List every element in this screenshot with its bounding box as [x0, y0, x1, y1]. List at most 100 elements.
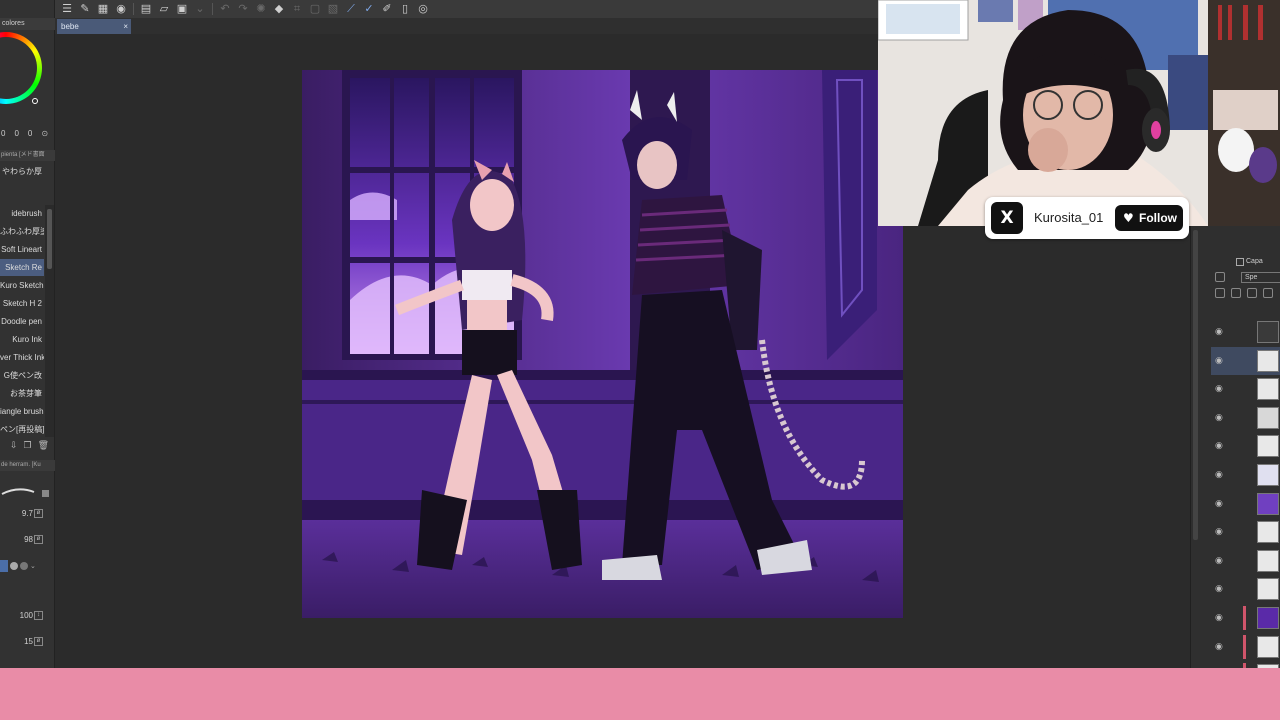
fill-icon[interactable]: ◆	[271, 1, 287, 17]
eye-icon[interactable]: ◉	[1215, 584, 1223, 594]
new-icon[interactable]: ✎	[77, 1, 93, 17]
color-wheel[interactable]	[0, 32, 42, 104]
brush-scrollbar[interactable]	[45, 205, 54, 437]
brush-item[interactable]: Kuro Ink	[0, 331, 44, 348]
eye-icon[interactable]: ◉	[1215, 413, 1223, 423]
brush-item[interactable]: Doodle pen	[0, 313, 44, 330]
layer-row[interactable]: ◉	[1211, 461, 1280, 489]
layer-mode-icon[interactable]	[1215, 272, 1225, 282]
layer-row[interactable]: ◉	[1211, 633, 1280, 661]
brush-item[interactable]: ver Thick Ink	[0, 349, 44, 366]
layer-thumbnail[interactable]	[1257, 378, 1279, 401]
clipboard-icon[interactable]: ▯	[397, 1, 413, 17]
layer-row[interactable]: ◉	[1211, 518, 1280, 546]
layer-row[interactable]: ◉	[1211, 547, 1280, 575]
brush-size-value[interactable]: 9.7	[22, 507, 33, 521]
eye-icon[interactable]: ◉	[1215, 327, 1223, 337]
pressure-icon[interactable]: ø	[34, 637, 43, 646]
color-value-g[interactable]: 0	[14, 129, 18, 141]
deselect-icon[interactable]: ▧	[325, 1, 341, 17]
folder-icon[interactable]: ▱	[156, 1, 172, 17]
layer-thumbnail[interactable]	[1257, 349, 1279, 372]
export-icon[interactable]: ▣	[174, 1, 190, 17]
layer-thumbnail[interactable]	[1257, 321, 1279, 343]
layer-panel-scrollbar[interactable]	[1193, 230, 1198, 540]
undo-icon[interactable]: ↶	[217, 1, 233, 17]
document-tab[interactable]: bebe ×	[57, 19, 131, 34]
redo-icon[interactable]: ↷	[235, 1, 251, 17]
ruler-icon[interactable]: ⟋	[343, 1, 359, 17]
eye-icon[interactable]: ◉	[1215, 499, 1223, 509]
download-icon[interactable]: ⇩	[10, 441, 18, 451]
camera-icon[interactable]: ◉	[113, 1, 129, 17]
close-icon[interactable]: ×	[123, 19, 128, 34]
layer-row[interactable]: ◉	[1211, 432, 1280, 460]
trash-icon[interactable]: 🗑	[38, 441, 49, 451]
blend-mode-select[interactable]: Spe	[1241, 272, 1280, 283]
ref-icon[interactable]	[1231, 288, 1241, 298]
eye-icon[interactable]: ◉	[1215, 642, 1223, 652]
search-icon[interactable]: ◎	[415, 1, 431, 17]
eye-icon[interactable]: ◉	[1215, 613, 1223, 623]
brush-stabilizer-row[interactable]: 15 ø	[0, 635, 55, 649]
layer-thumbnail[interactable]	[1257, 521, 1279, 544]
brush-density-value[interactable]: 100	[20, 609, 33, 623]
layer-row[interactable]: ◉	[1211, 604, 1280, 632]
eye-icon[interactable]: ◉	[1215, 556, 1223, 566]
selection-icon[interactable]: ▢	[307, 1, 323, 17]
brush-item[interactable]: G使ペン改	[0, 367, 44, 384]
layer-thumbnail[interactable]	[1257, 406, 1279, 429]
layer-row[interactable]: ◉	[1211, 346, 1280, 375]
clip-icon[interactable]	[1215, 288, 1225, 298]
layer-row[interactable]: ◉	[1211, 490, 1280, 518]
lock-icon[interactable]	[42, 490, 49, 497]
color-value-r[interactable]: 0	[1, 129, 5, 141]
layer-thumbnail[interactable]	[1257, 635, 1279, 658]
eye-icon[interactable]: ◉	[1215, 384, 1223, 394]
menu-icon[interactable]: ☰	[59, 1, 75, 17]
eye-icon[interactable]: ◉	[1215, 441, 1223, 451]
pressure-icon[interactable]: ↕	[34, 611, 43, 620]
transform-icon[interactable]: ⌗	[289, 1, 305, 17]
eye-icon[interactable]: ◉	[1215, 470, 1223, 480]
eyedropper-icon[interactable]: ⊙	[41, 129, 48, 141]
layer-thumbnail[interactable]	[1257, 578, 1279, 601]
brush-opacity-row[interactable]: 98 ø	[0, 533, 55, 547]
current-tool-name[interactable]: やわらか厚	[0, 163, 55, 180]
brush-item[interactable]: お茶芽筆	[0, 385, 44, 402]
artwork-canvas[interactable]	[302, 70, 903, 618]
layer-row[interactable]: ◉	[1211, 404, 1280, 432]
mask-icon[interactable]	[1263, 288, 1273, 298]
brush-item[interactable]: iangle brush	[0, 403, 44, 420]
brush-item[interactable]: Kuro Sketch	[0, 277, 44, 294]
follow-button[interactable]: ♥ Follow	[1115, 205, 1183, 231]
brush-stabilizer-value[interactable]: 15	[24, 635, 33, 649]
copy-icon[interactable]: ❐	[24, 441, 32, 451]
layer-icon[interactable]: ▤	[138, 1, 154, 17]
color-wheel-handle[interactable]	[32, 98, 38, 104]
brush-item[interactable]: idebrush	[0, 205, 44, 222]
layer-row[interactable]: ◉	[1211, 575, 1280, 603]
lock-icon[interactable]	[1247, 288, 1257, 298]
brush-size-row[interactable]: 9.7 ø	[0, 507, 55, 521]
pen-icon[interactable]: ✓	[361, 1, 377, 17]
layer-thumbnail[interactable]	[1257, 492, 1279, 515]
layer-thumbnail[interactable]	[1257, 549, 1279, 572]
brush-item[interactable]: Soft Lineart	[0, 241, 44, 258]
brush-opacity-value[interactable]: 98	[24, 533, 33, 547]
save-icon[interactable]: ▦	[95, 1, 111, 17]
brush-item[interactable]: Sketch Re	[0, 259, 44, 276]
loading-icon[interactable]: ✺	[253, 1, 269, 17]
brush-item[interactable]: ふわふわ厚塗り	[0, 223, 44, 240]
brush-density-row[interactable]: 100 ↕	[0, 609, 55, 623]
eye-icon[interactable]: ◉	[1215, 527, 1223, 537]
chevron-icon[interactable]: ⌄	[192, 1, 208, 17]
layer-thumbnail[interactable]	[1257, 464, 1279, 486]
brush-item[interactable]: Sketch H 2	[0, 295, 44, 312]
pressure-icon[interactable]: ø	[34, 535, 43, 544]
pressure-icon[interactable]: ø	[34, 509, 43, 518]
layer-thumbnail[interactable]	[1257, 607, 1279, 629]
brush-shape-selector[interactable]: ⌄	[0, 559, 42, 573]
brush-item[interactable]: ペン[再投稿]	[0, 421, 44, 438]
layer-row[interactable]: ◉	[1211, 375, 1280, 403]
